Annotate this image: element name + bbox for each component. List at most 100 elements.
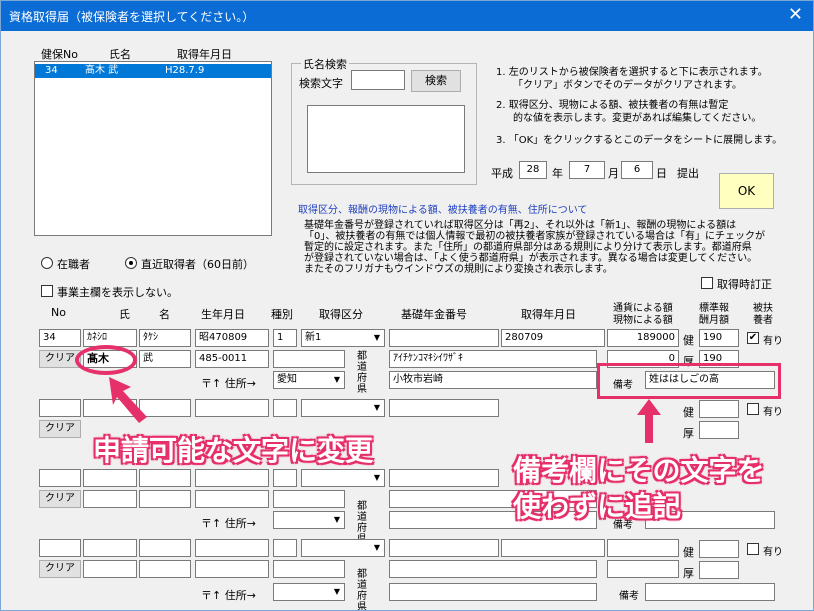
row4-family-name[interactable] (83, 560, 137, 578)
row4-pref-select[interactable]: ▼ (273, 583, 345, 601)
dropdown-arrow-icon[interactable]: ▼ (370, 330, 384, 346)
row2-category-select[interactable]: ▼ (301, 399, 385, 417)
row4-birth[interactable] (195, 539, 269, 557)
list-header-name: 氏名 (109, 48, 131, 61)
submit-label: 提出 (677, 167, 699, 180)
row3-clear-button[interactable]: クリア (39, 490, 81, 508)
row2-ken-label: 健 (683, 406, 694, 419)
callout-left: 申請可能な文字に変更 (93, 434, 374, 467)
list-item[interactable]: 34 髙木 武 H28.7.9 (35, 64, 271, 78)
row3-pension-no[interactable] (389, 469, 499, 487)
row4-dep-checkbox[interactable] (747, 543, 759, 555)
col-header-std-2: 酬月額 (699, 315, 729, 326)
row3-birth[interactable] (195, 469, 269, 487)
search-input[interactable] (351, 70, 405, 90)
col-header-pension: 基礎年金番号 (401, 308, 467, 321)
row4-amount-goods[interactable] (607, 560, 679, 578)
row1-zip[interactable]: 485-0011 (195, 350, 269, 368)
row4-pension-no[interactable] (389, 539, 499, 557)
correction-checkbox[interactable] (701, 277, 713, 289)
row1-category-select[interactable]: 新1 ▼ (301, 329, 385, 347)
note-line: が登録されていない場合は、「よく使う都道府県」が表示されます。異なる場合は変更し… (304, 253, 758, 264)
row1-blank[interactable] (273, 350, 345, 368)
row1-addr-kana[interactable]: ｱｲﾁｹﾝｺﾏｷｼｲﾜｻﾞｷ (389, 350, 597, 368)
row4-remark-input[interactable] (645, 583, 775, 601)
row3-kana-given[interactable] (139, 469, 191, 487)
radio-recent[interactable] (125, 257, 137, 269)
note-line: 「0」、被扶養者の有無では個人情報で最初の被扶養者家族が登録されている場合は「有… (304, 231, 766, 242)
row3-pref-select[interactable]: ▼ (273, 511, 345, 529)
dropdown-arrow-icon[interactable]: ▼ (370, 540, 384, 556)
row2-kou-input[interactable] (699, 421, 739, 439)
search-results-listbox[interactable] (307, 105, 465, 173)
dropdown-arrow-icon[interactable]: ▼ (330, 584, 344, 600)
row2-dep-checkbox[interactable] (747, 403, 759, 415)
dropdown-arrow-icon[interactable]: ▼ (330, 512, 344, 528)
row4-ken-input[interactable] (699, 540, 739, 558)
close-icon[interactable]: ✕ (788, 4, 803, 25)
row4-pref-label: 都道府県 (357, 569, 367, 611)
row1-pref-select[interactable]: 愛知 ▼ (273, 371, 345, 389)
row1-acq-date[interactable]: 280709 (501, 329, 605, 347)
row1-pref-label: 都道府県 (357, 351, 367, 395)
row3-kana-family[interactable] (83, 469, 137, 487)
dropdown-arrow-icon[interactable]: ▼ (370, 400, 384, 416)
callout-right-line2: 使わずに追記 (513, 490, 682, 523)
row4-given-name[interactable] (139, 560, 191, 578)
row4-zip[interactable] (195, 560, 269, 578)
row4-kana-family[interactable] (83, 539, 137, 557)
row2-ken-input[interactable] (699, 400, 739, 418)
row1-kana-given[interactable]: ﾀｹｼ (139, 329, 191, 347)
row3-kind[interactable] (273, 469, 297, 487)
row1-dep-checkbox[interactable]: ✔ (747, 332, 759, 344)
row2-no[interactable] (39, 399, 81, 417)
note-line: またそのフリガナもウインドウズの規則により変換され表示します。 (304, 264, 613, 275)
row2-birth[interactable] (195, 399, 269, 417)
dropdown-arrow-icon[interactable]: ▼ (330, 372, 344, 388)
col-header-given: 名 (159, 308, 170, 321)
insured-listbox[interactable]: 34 髙木 武 H28.7.9 (34, 61, 272, 236)
row3-family-name[interactable] (83, 490, 137, 508)
search-button[interactable]: 検索 (411, 70, 461, 92)
row4-addr-kana[interactable] (389, 560, 597, 578)
row3-no[interactable] (39, 469, 81, 487)
dropdown-arrow-icon[interactable]: ▼ (370, 470, 384, 486)
month-input[interactable]: 7 (569, 161, 605, 179)
hide-owner-checkbox[interactable] (41, 285, 53, 297)
row4-category-select[interactable]: ▼ (301, 539, 385, 557)
row1-ken-input[interactable]: 190 (699, 329, 739, 347)
correction-label: 取得時訂正 (717, 278, 772, 291)
row4-no[interactable] (39, 539, 81, 557)
row1-given-name[interactable]: 武 (139, 350, 191, 368)
row1-address[interactable]: 小牧市岩崎 (389, 371, 597, 389)
row3-given-name[interactable] (139, 490, 191, 508)
row3-zip[interactable] (195, 490, 269, 508)
row1-no[interactable]: 34 (39, 329, 81, 347)
row1-pension-no[interactable] (389, 329, 499, 347)
row4-kind[interactable] (273, 539, 297, 557)
row1-kind[interactable]: 1 (273, 329, 297, 347)
row4-blank[interactable] (273, 560, 345, 578)
day-input[interactable]: 6 (621, 161, 653, 179)
col-header-no: No (51, 306, 66, 319)
row3-category-select[interactable]: ▼ (301, 469, 385, 487)
ok-button[interactable]: OK (719, 173, 774, 209)
radio-employed[interactable] (41, 257, 53, 269)
row1-amount-cash[interactable]: 189000 (607, 329, 679, 347)
row4-address[interactable] (389, 583, 597, 601)
month-unit: 月 (608, 167, 619, 180)
row2-kind[interactable] (273, 399, 297, 417)
row4-clear-button[interactable]: クリア (39, 560, 81, 578)
row3-blank[interactable] (273, 490, 345, 508)
row4-kou-input[interactable] (699, 561, 739, 579)
year-input[interactable]: 28 (519, 161, 547, 179)
row4-kana-given[interactable] (139, 539, 191, 557)
row2-clear-button[interactable]: クリア (39, 420, 81, 438)
row1-birth[interactable]: 昭470809 (195, 329, 269, 347)
title-bar: 資格取得届（被保険者を選択してください。） ✕ (1, 1, 813, 31)
row4-amount-cash[interactable] (607, 539, 679, 557)
row2-pension-no[interactable] (389, 399, 499, 417)
search-group-label: 氏名検索 (301, 56, 349, 72)
radio-employed-label: 在職者 (57, 258, 90, 271)
row4-acq-date[interactable] (501, 539, 605, 557)
